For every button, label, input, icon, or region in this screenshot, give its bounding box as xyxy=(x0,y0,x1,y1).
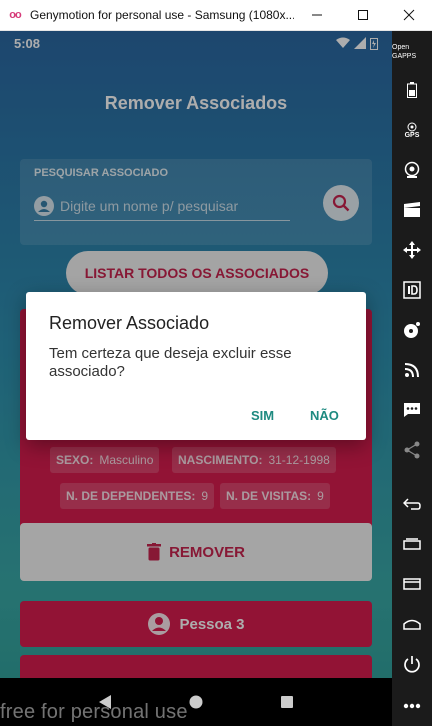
confirm-dialog: Remover Associado Tem certeza que deseja… xyxy=(26,292,366,440)
gps-label: GPS xyxy=(404,131,420,139)
genymotion-logo-icon: oo xyxy=(9,9,21,21)
android-screen: 5:08 Remover Associados PESQUISAR ASSOCI… xyxy=(0,31,392,726)
cancel-button[interactable]: NÃO xyxy=(304,404,345,427)
minimize-icon xyxy=(312,14,322,16)
nav-home-icon[interactable] xyxy=(188,694,204,710)
dialog-title: Remover Associado xyxy=(49,313,210,333)
window-title: Genymotion for personal use - Samsung (1… xyxy=(30,8,294,22)
disk-icon[interactable] xyxy=(392,315,432,345)
clapperboard-icon[interactable] xyxy=(392,195,432,225)
open-gapps-icon[interactable]: Open GAPPS xyxy=(392,37,432,67)
nav-recents-icon[interactable] xyxy=(279,694,295,710)
home-icon[interactable] xyxy=(392,609,432,639)
rss-icon[interactable] xyxy=(392,355,432,385)
dialog-message: Tem certeza que deseja excluir esse asso… xyxy=(49,345,292,380)
battery-icon[interactable] xyxy=(392,75,432,105)
close-button[interactable] xyxy=(386,0,432,31)
power-icon[interactable] xyxy=(392,649,432,679)
maximize-icon xyxy=(358,10,368,20)
gps-icon[interactable]: GPS xyxy=(392,115,432,145)
more-icon[interactable] xyxy=(392,691,432,721)
close-icon xyxy=(403,9,415,21)
window-titlebar: oo Genymotion for personal use - Samsung… xyxy=(0,0,432,31)
confirm-button[interactable]: SIM xyxy=(245,404,280,427)
gapps-label: Open GAPPS xyxy=(392,44,417,60)
camera-icon[interactable] xyxy=(392,155,432,185)
menu-icon[interactable] xyxy=(392,569,432,599)
share-icon[interactable] xyxy=(392,435,432,465)
emulator-toolbar: Open GAPPS GPS xyxy=(392,31,432,726)
maximize-button[interactable] xyxy=(340,0,386,31)
move-icon[interactable] xyxy=(392,235,432,265)
recent-apps-icon[interactable] xyxy=(392,529,432,559)
message-icon[interactable] xyxy=(392,395,432,425)
watermark-text: free for personal use xyxy=(0,701,188,723)
id-icon[interactable] xyxy=(392,275,432,305)
minimize-button[interactable] xyxy=(294,0,340,31)
back-icon[interactable] xyxy=(392,489,432,519)
